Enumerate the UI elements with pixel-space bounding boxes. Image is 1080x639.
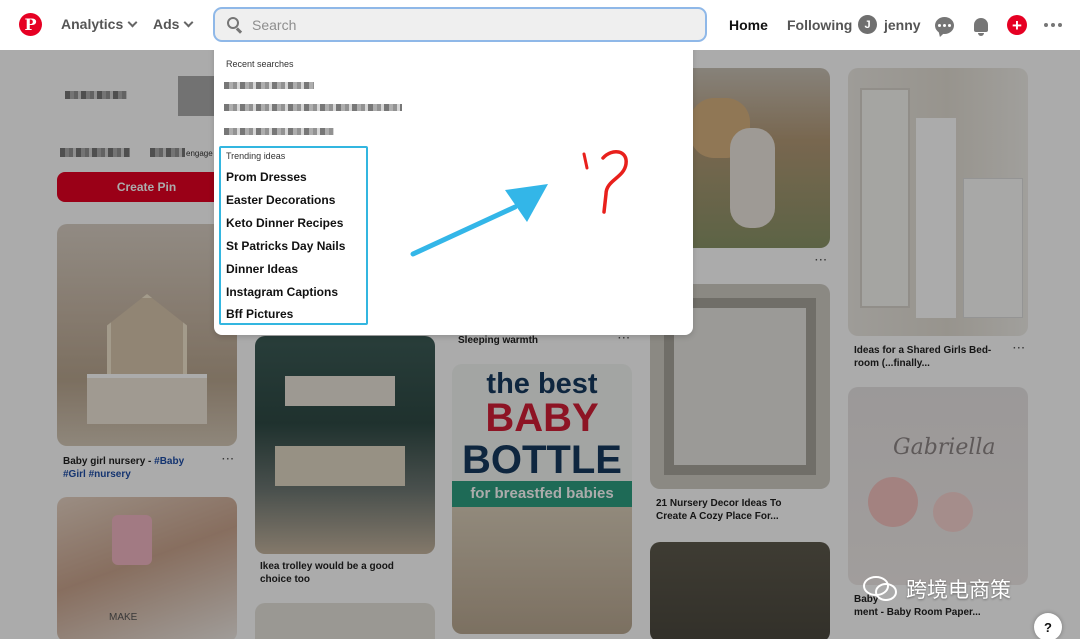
home-link[interactable]: Home [729,17,768,33]
analytics-label: Analytics [61,16,124,32]
trending-item[interactable]: Instagram Captions [226,285,338,299]
top-nav-bar: P Analytics Ads Home Following J jenny + [0,0,1080,50]
trending-item[interactable]: Bff Pictures [226,307,293,321]
ads-label: Ads [153,16,180,32]
trending-item[interactable]: Prom Dresses [226,170,307,184]
chat-bubble-icon [934,16,954,34]
watermark-text: 跨境电商策 [906,578,1011,602]
messages-button[interactable] [932,13,956,37]
bell-icon [974,18,988,36]
trending-item[interactable]: Dinner Ideas [226,262,298,276]
plus-icon: + [1007,15,1027,35]
ads-dropdown[interactable]: Ads [153,16,194,32]
recent-search-item[interactable] [224,82,314,89]
watermark: 跨境电商策 [862,574,1011,604]
help-button[interactable]: ? [1034,613,1062,639]
trending-item[interactable]: Keto Dinner Recipes [226,216,343,230]
chevron-down-icon [127,17,138,27]
trending-ideas-label: Trending ideas [226,151,286,161]
pinterest-logo-icon[interactable]: P [19,13,42,36]
search-bar[interactable] [213,7,707,42]
following-link[interactable]: Following [787,17,852,33]
create-button[interactable]: + [1005,13,1029,37]
wechat-logo-icon [863,576,897,601]
avatar[interactable]: J [858,15,877,34]
profile-name-link[interactable]: jenny [884,17,921,33]
more-options-button[interactable] [1041,13,1065,37]
search-icon [227,16,243,33]
chevron-down-icon [184,17,194,27]
analytics-dropdown[interactable]: Analytics [61,16,138,32]
notifications-button[interactable] [969,13,993,37]
more-dots-icon [1044,23,1062,27]
trending-item[interactable]: Easter Decorations [226,193,335,207]
search-suggestions-panel: Recent searches Trending ideas Prom Dres… [214,43,693,335]
search-input[interactable] [252,16,692,33]
recent-search-item[interactable] [224,128,334,135]
recent-search-item[interactable] [224,104,402,111]
trending-item[interactable]: St Patricks Day Nails [226,239,345,253]
recent-searches-label: Recent searches [226,59,294,69]
